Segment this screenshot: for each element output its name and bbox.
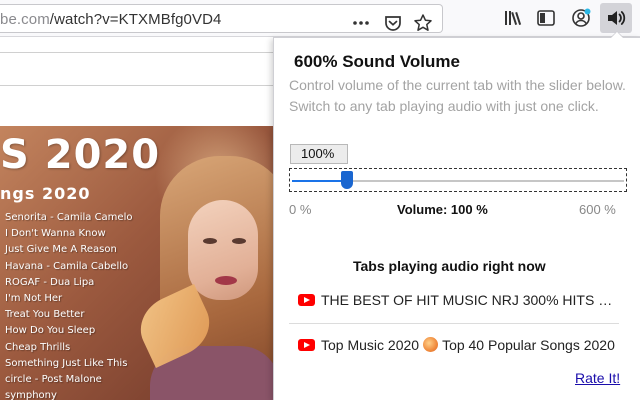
tab-divider <box>289 323 619 324</box>
browser-toolbar: be.com/watch?v=KTXMBfg0VD4 <box>0 0 640 37</box>
audio-tab-item[interactable]: Top Music 2020 Top 40 Popular Songs 2020 <box>298 335 618 355</box>
popup-arrow-inner <box>611 32 623 38</box>
portrait-lips <box>215 276 237 285</box>
slider-fill <box>292 180 348 182</box>
sidebar-icon[interactable] <box>535 7 557 29</box>
pocket-icon[interactable] <box>382 12 404 34</box>
youtube-icon <box>298 338 315 351</box>
sound-volume-popup: 600% Sound Volume Control volume of the … <box>273 37 640 400</box>
audio-tab-title: THE BEST OF HIT MUSIC NRJ 300% HITS 2020 <box>321 292 618 308</box>
peach-emoji-icon <box>423 337 439 353</box>
url-domain: be.com <box>0 11 50 28</box>
song-list: Senorita - Camila Camelo I Don't Wanna K… <box>5 210 132 400</box>
song-item: Just Give Me A Reason <box>5 244 117 256</box>
url-text[interactable]: be.com/watch?v=KTXMBfg0VD4 <box>0 11 221 28</box>
song-item: ROGAF - Dua Lipa <box>5 276 95 288</box>
slider-thumb[interactable] <box>341 171 354 189</box>
audio-tab-title-rest: Top 40 Popular Songs 2020 <box>442 337 615 353</box>
song-item: I'm Not Her <box>5 292 63 304</box>
song-item: circle - Post Malone <box>5 373 102 385</box>
volume-value-box: 100% <box>290 144 348 164</box>
volume-label: Volume: 100 % <box>397 202 488 217</box>
slider-max-label: 600 % <box>579 202 616 217</box>
song-item: Treat You Better <box>5 309 85 321</box>
portrait-face <box>188 200 258 300</box>
search-bar[interactable] <box>0 52 300 86</box>
speaker-icon[interactable] <box>600 3 632 33</box>
video-thumbnail[interactable]: S 2020 ngs 2020 Senorita - Camila Camelo… <box>0 126 274 400</box>
url-path: /watch?v=KTXMBfg0VD4 <box>49 11 222 28</box>
tabs-heading: Tabs playing audio right now <box>353 258 546 274</box>
song-item: symphony <box>5 390 57 400</box>
library-icon[interactable] <box>502 7 524 29</box>
volume-slider[interactable] <box>289 168 627 192</box>
rate-it-link[interactable]: Rate It! <box>575 370 620 386</box>
thumbnail-subtitle: ngs 2020 <box>0 184 91 203</box>
song-item: How Do You Sleep <box>5 325 96 337</box>
popup-description: Control volume of the current tab with t… <box>289 77 626 114</box>
more-dots-icon[interactable] <box>350 12 372 34</box>
account-icon[interactable] <box>570 7 592 29</box>
song-item: Cheap Thrills <box>5 341 71 353</box>
portrait-eye <box>232 238 246 244</box>
thumbnail-title: S 2020 <box>0 132 161 178</box>
slider-min-label: 0 % <box>289 202 312 217</box>
popup-title: 600% Sound Volume <box>294 52 460 71</box>
song-item: Senorita - Camila Camelo <box>5 212 133 223</box>
audio-tab-item[interactable]: THE BEST OF HIT MUSIC NRJ 300% HITS 2020 <box>298 290 618 310</box>
song-item: Something Just Like This <box>5 357 128 369</box>
song-item: I Don't Wanna Know <box>5 228 106 240</box>
youtube-icon <box>298 293 315 306</box>
audio-tab-title: Top Music 2020 <box>321 337 420 353</box>
url-bar[interactable]: be.com/watch?v=KTXMBfg0VD4 <box>0 4 443 33</box>
portrait-eye <box>203 238 217 244</box>
song-item: Havana - Camila Cabello <box>5 260 129 272</box>
star-icon[interactable] <box>412 12 434 34</box>
